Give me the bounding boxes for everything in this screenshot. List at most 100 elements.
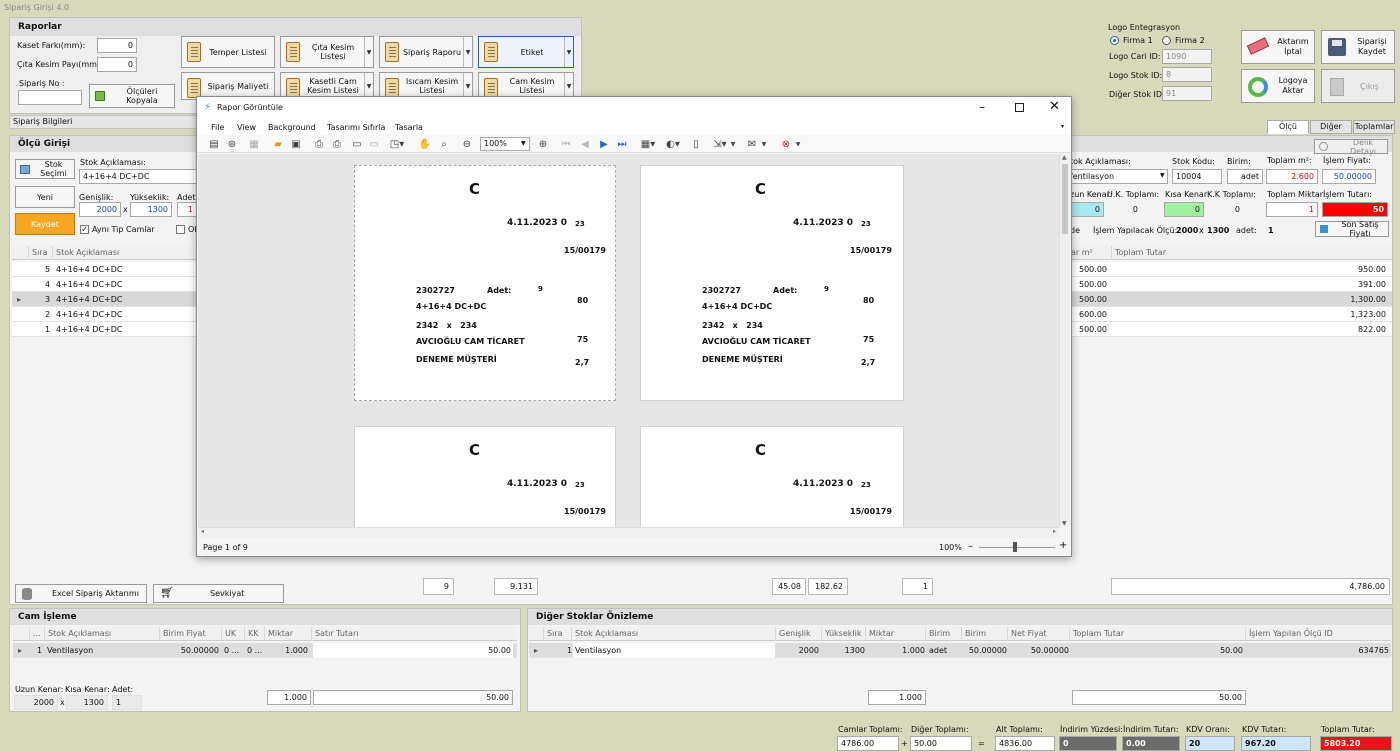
kdv-orani-value[interactable]: 20 (1185, 736, 1235, 751)
scale-icon[interactable]: ▭ (367, 137, 381, 153)
multipage-icon[interactable]: ▦▾ (639, 137, 657, 153)
dialog-titlebar[interactable] (197, 97, 1071, 119)
ci-adet-input[interactable]: 1 (112, 695, 142, 710)
zoom-in-icon[interactable]: + (1059, 540, 1067, 551)
islem-fiyati-input[interactable]: 50.00000 (1322, 169, 1376, 184)
table-row[interactable]: 600.00 1,323.00 (1066, 307, 1392, 322)
stok-kodu-input[interactable]: 10004 (1172, 169, 1222, 184)
binoculars-icon[interactable]: ⊛ (225, 137, 239, 153)
table-row[interactable]: 2 4+16+4 DC+DC (12, 307, 198, 322)
next-page-icon[interactable]: ▶ (597, 137, 611, 153)
print-icon[interactable]: ⎙ (312, 137, 326, 153)
quick-print-icon[interactable]: ⎙ (330, 137, 344, 153)
ok-checkbox[interactable] (176, 225, 185, 234)
kisa-kenar-input[interactable]: 0 (1164, 202, 1204, 217)
genislik-input[interactable]: 2000 (79, 202, 121, 217)
table-row[interactable]: 1 4+16+4 DC+DC (12, 322, 198, 337)
menu-file[interactable]: File (211, 123, 224, 132)
temper-listesi-button[interactable]: Temper Listesi (181, 36, 275, 68)
page-setup-icon[interactable]: ▭ (350, 137, 364, 153)
menu-tasarimi-sifirla[interactable]: Tasarımı Sıfırla (327, 123, 385, 132)
chevron-down-icon[interactable]: ▼ (729, 137, 737, 153)
chevron-down-icon[interactable]: ▼ (760, 137, 768, 153)
ayni-tip-checkbox[interactable]: ✓ (80, 225, 89, 234)
vertical-scrollbar[interactable]: ▲ ▼ (1059, 154, 1070, 527)
firma1-radio[interactable] (1110, 36, 1119, 45)
cita-kesim-listesi-button[interactable]: Çıta Kesim Listesi ▼ (280, 36, 374, 68)
horizontal-scrollbar[interactable]: ◂ ▸ (198, 527, 1059, 538)
yeni-button[interactable]: Yeni (15, 186, 75, 208)
etiket-button[interactable]: Etiket ▼ (478, 36, 574, 68)
magnifier-icon[interactable]: ⌕ (437, 137, 451, 153)
prev-page-icon[interactable]: ◀ (578, 137, 592, 153)
firma2-radio[interactable] (1162, 36, 1171, 45)
chevron-down-icon[interactable]: ▼ (463, 37, 472, 67)
tab-olcu-girisi[interactable]: Ölçü Girişi (1267, 120, 1309, 143)
table-row[interactable]: 5 4+16+4 DC+DC (12, 262, 198, 277)
zoom-out-icon[interactable]: ⊖ (460, 137, 474, 153)
kaydet-button[interactable]: Kaydet (15, 213, 75, 235)
save-icon[interactable]: ▣ (289, 137, 303, 153)
son-satis-fiyati-button[interactable]: Son Satış Fiyatı (1315, 220, 1389, 238)
chevron-down-icon[interactable]: ▼ (521, 140, 526, 147)
open-icon[interactable]: ▰ (271, 137, 285, 153)
logo-cari-input[interactable]: 1090 (1162, 49, 1212, 64)
chevron-down-icon[interactable]: ▼ (364, 37, 373, 67)
yukseklik-input[interactable]: 1300 (130, 202, 172, 217)
stok-secimi-button[interactable]: Stok Seçimi (15, 159, 75, 179)
preview-area[interactable]: C 4.11.2023 0 23 15/00179 2302727 Adet: … (198, 154, 1059, 527)
table-row[interactable]: 500.00 950.00 (1066, 262, 1392, 277)
delik-detayi-button[interactable]: Delik Detayı (1314, 138, 1388, 156)
watermark-icon[interactable]: ▯ (689, 137, 703, 153)
siparisi-kaydet-button[interactable]: Siparişi Kaydet (1321, 30, 1395, 64)
olculeri-kopyala-button[interactable]: Ölçüleri Kopyala (89, 84, 175, 108)
stok-aciklamasi-input[interactable]: 4+16+4 DC+DC (79, 169, 197, 184)
table-row[interactable]: 500.00 1,300.00 (1066, 292, 1392, 307)
menu-background[interactable]: Background (268, 123, 316, 132)
page-border-icon[interactable]: ◳▾ (388, 137, 406, 153)
logo-stok-input[interactable]: 8 (1162, 67, 1212, 82)
toplam-miktar-input[interactable]: 1 (1266, 202, 1318, 217)
siparis-raporu-button[interactable]: Sipariş Raporu ▼ (379, 36, 473, 68)
minimize-icon[interactable]: – (979, 100, 985, 114)
maximize-icon[interactable] (1015, 103, 1024, 112)
sevkiyat-button[interactable]: 🛒︎ Sevkiyat (153, 584, 284, 603)
excel-siparis-aktarimi-button[interactable]: Excel Sipariş Aktarımı (15, 584, 147, 603)
kaset-farki-input[interactable]: 0 (97, 38, 137, 53)
toplam-m2-input[interactable]: 2.600 (1266, 169, 1318, 184)
siparis-no-input[interactable] (18, 90, 82, 105)
table-row[interactable]: 500.00 822.00 (1066, 322, 1392, 337)
email-icon[interactable]: ✉ (743, 137, 761, 153)
table-row[interactable]: ▸ 1 Ventilasyon 50.00000 0 ... 0 ... 1.0… (13, 643, 517, 658)
close-icon[interactable]: ✕ (1049, 99, 1060, 114)
indirim-yuzde-value[interactable]: 0 (1059, 736, 1117, 751)
zoom-slider-thumb[interactable] (1013, 542, 1017, 552)
chevron-down-icon[interactable]: ▼ (564, 37, 573, 67)
aktarim-iptal-button[interactable]: Aktarım İptal (1241, 30, 1315, 64)
zoom-slider[interactable] (979, 542, 1055, 552)
cita-kesim-input[interactable]: 0 (97, 57, 137, 72)
ci-kisa-kenar-input[interactable]: 1300 (66, 695, 108, 710)
sidebar-toggle-icon[interactable]: ▤ (207, 137, 221, 153)
chevron-down-icon[interactable]: ▼ (794, 137, 802, 153)
menu-view[interactable]: View (237, 123, 256, 132)
cikis-button[interactable]: Çıkış (1321, 69, 1395, 103)
table-row[interactable]: ▸ 1 Ventilasyon 2000 1300 1.000 adet 50.… (529, 643, 1391, 658)
menu-tasarla[interactable]: Tasarla (395, 123, 423, 132)
page-color-icon[interactable]: ◐▾ (664, 137, 682, 153)
tab-toplamlar[interactable]: Toplamlar (1353, 120, 1395, 134)
adet-input[interactable]: 1 (177, 202, 197, 217)
table-row[interactable]: 4 4+16+4 DC+DC (12, 277, 198, 292)
hand-icon[interactable]: ✋ (418, 137, 432, 153)
logoya-aktar-button[interactable]: Logoya Aktar (1241, 69, 1315, 103)
zoom-out-icon[interactable]: – (968, 541, 973, 552)
export-icon[interactable]: ⇲▾ (711, 137, 729, 153)
parameters-icon[interactable]: ▦ (247, 137, 261, 153)
indirim-tutar-value[interactable]: 0.00 (1122, 736, 1180, 751)
tab-diger-stok[interactable]: Diğer Stok (1310, 120, 1352, 143)
last-page-icon[interactable]: ⏭ (615, 137, 629, 153)
ci-uzun-kenar-input[interactable]: 2000 (14, 695, 58, 710)
close-preview-icon[interactable]: ⊗ (779, 137, 793, 153)
islem-tutari-input[interactable]: 50 (1322, 202, 1388, 217)
table-row[interactable]: ▸ 3 4+16+4 DC+DC (12, 292, 198, 307)
